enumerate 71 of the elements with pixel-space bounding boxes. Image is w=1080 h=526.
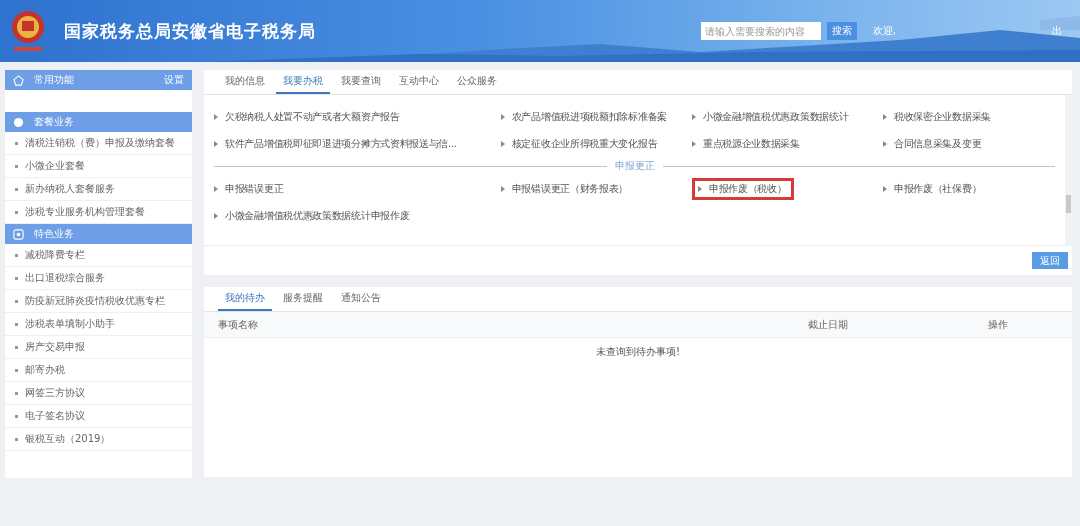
triangle-icon	[214, 185, 218, 192]
sidebar-item[interactable]: 防疫新冠肺炎疫情税收优惠专栏	[25, 294, 165, 308]
bullet-icon	[15, 276, 18, 280]
bullet-icon	[15, 187, 18, 191]
service-link[interactable]: 欠税纳税人处置不动产或者大额资产报告	[214, 105, 400, 128]
service-link[interactable]: 农产品增值税进项税额扣除标准备案	[500, 105, 667, 128]
tab[interactable]: 我要查询	[334, 70, 388, 94]
bullet-icon	[15, 210, 18, 214]
welcome-text: 欢迎,	[872, 24, 896, 38]
triangle-icon	[214, 140, 218, 147]
sidebar-item[interactable]: 涉税专业服务机构管理套餐	[25, 205, 145, 219]
sidebar-item[interactable]: 网签三方协议	[25, 386, 85, 400]
circle-icon	[13, 116, 24, 128]
triangle-icon	[691, 113, 696, 120]
triangle-icon	[500, 140, 505, 147]
triangle-icon	[214, 212, 218, 219]
sidebar-item[interactable]: 邮寄办税	[25, 363, 65, 377]
service-link[interactable]: 合同信息采集及变更	[882, 132, 982, 155]
tab[interactable]: 我的信息	[218, 70, 272, 94]
scrollbar[interactable]	[1065, 95, 1072, 245]
service-link[interactable]: 申报错误更正	[214, 177, 284, 200]
bullet-icon	[15, 164, 18, 168]
bullet-icon	[15, 141, 18, 145]
sidebar-item[interactable]: 清税注销税（费）申报及缴纳套餐	[25, 136, 175, 150]
service-link[interactable]: 小微金融增值税优惠政策数据统计	[691, 105, 849, 128]
sidebar-item[interactable]: 电子签名协议	[25, 409, 85, 423]
triangle-icon	[500, 113, 505, 120]
triangle-icon	[882, 185, 887, 192]
triangle-icon	[214, 113, 218, 120]
triangle-icon	[697, 185, 702, 192]
sidebar-item[interactable]: 小微企业套餐	[25, 159, 85, 173]
search-field[interactable]: 请输入需要搜索的内容	[700, 22, 821, 40]
sidebar-item[interactable]: 涉税表单填制小助手	[25, 317, 115, 331]
tab[interactable]: 我要办税	[276, 70, 330, 94]
sidebar-item[interactable]: 房产交易申报	[25, 340, 85, 354]
group-heading: 申报更正	[614, 159, 655, 173]
bullet-icon	[15, 345, 18, 349]
site-title: 国家税务总局安徽省电子税务局	[64, 19, 316, 43]
triangle-icon	[500, 185, 505, 192]
service-link[interactable]: 申报作废（社保费）	[882, 177, 982, 200]
bullet-icon	[15, 322, 18, 326]
service-link[interactable]: 核定征收企业所得税重大变化报告	[500, 132, 658, 155]
service-link[interactable]: 重点税源企业数据采集	[691, 132, 800, 155]
service-link[interactable]: 申报作废（税收）	[691, 177, 795, 200]
bullet-icon	[15, 299, 18, 303]
service-link[interactable]: 小微金融增值税优惠政策数据统计申报作废	[214, 204, 410, 227]
tab[interactable]: 通知公告	[334, 287, 388, 311]
sidebar-item[interactable]: 新办纳税人套餐服务	[25, 182, 115, 196]
service-link[interactable]: 软件产品增值税即征即退进项分摊方式资料报送与信...	[214, 132, 457, 155]
tab[interactable]: 服务提醒	[276, 287, 330, 311]
column-header: 操作	[988, 317, 1008, 332]
bullet-icon	[15, 414, 18, 418]
service-link[interactable]: 申报错误更正（财务报表）	[500, 177, 629, 200]
bullet-icon	[15, 391, 18, 395]
empty-message: 未查询到待办事项!	[595, 345, 681, 359]
tab[interactable]: 互动中心	[392, 70, 446, 94]
search-button[interactable]: 搜索	[826, 22, 857, 40]
column-header: 截止日期	[808, 317, 848, 332]
bullet-icon	[15, 437, 18, 441]
bullet-icon	[15, 368, 18, 372]
triangle-icon	[882, 113, 887, 120]
triangle-icon	[882, 140, 887, 147]
pentagon-icon	[13, 74, 24, 86]
sidebar-item[interactable]: 减税降费专栏	[25, 248, 85, 262]
tab[interactable]: 公众服务	[450, 70, 504, 94]
bullet-icon	[15, 253, 18, 257]
service-link[interactable]: 税收保密企业数据采集	[882, 105, 991, 128]
sidebar-item[interactable]: 出口退税综合服务	[25, 271, 105, 285]
triangle-icon	[691, 140, 696, 147]
column-header: 事项名称	[218, 317, 258, 332]
sidebar-item[interactable]: 银税互动（2019）	[25, 432, 111, 446]
